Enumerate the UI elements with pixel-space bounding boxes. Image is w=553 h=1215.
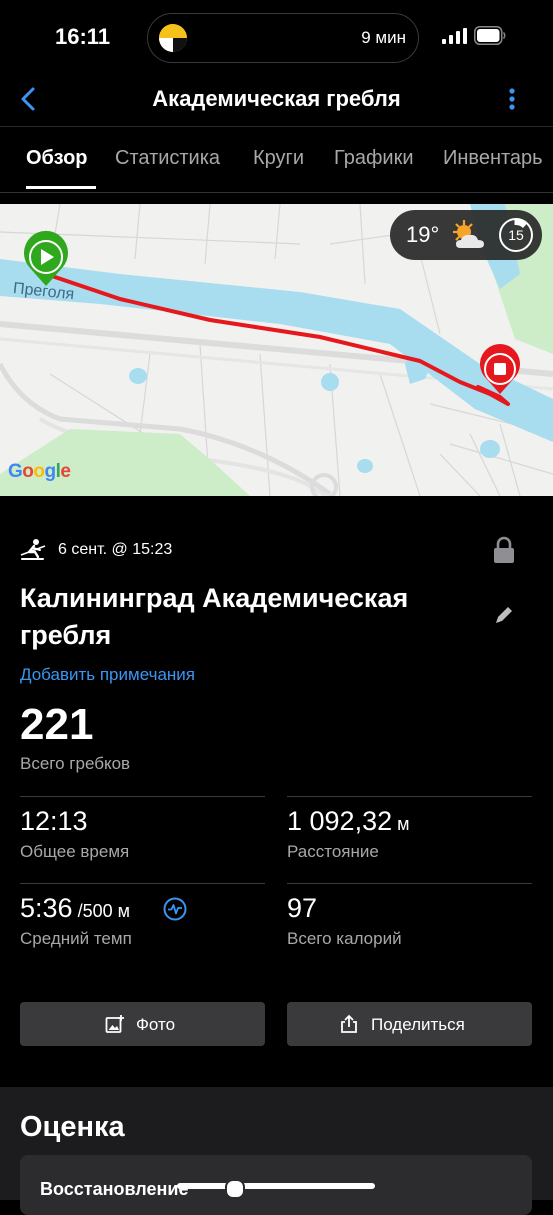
distance-label: Расстояние	[287, 842, 379, 861]
tab-bar: Обзор Статистика Круги Графики Инвентарь	[0, 126, 553, 193]
tab-charts[interactable]: Графики	[334, 147, 414, 170]
more-options-icon[interactable]	[500, 84, 524, 114]
calories-label: Всего калорий	[287, 929, 402, 948]
status-time: 16:11	[55, 24, 111, 49]
dynamic-island[interactable]: 9 мин	[147, 13, 419, 63]
route-map[interactable]: Преголя 19° 15 Google	[0, 204, 553, 496]
photo-button[interactable]: Фото	[20, 1002, 265, 1046]
rowing-icon	[20, 539, 46, 560]
partly-cloudy-icon	[453, 220, 484, 248]
divider	[20, 796, 265, 797]
total-time-value: 12:13	[20, 806, 88, 836]
avg-pace-label: Средний темп	[20, 929, 132, 948]
share-icon	[341, 1014, 357, 1033]
battery-icon	[474, 26, 506, 45]
home-indicator-knob	[225, 1179, 245, 1199]
active-tab-indicator	[26, 186, 96, 189]
tab-equipment[interactable]: Инвентарь	[443, 147, 543, 170]
evaluation-title: Оценка	[20, 1111, 125, 1143]
divider	[287, 883, 532, 884]
wind-speed-dial: 15	[497, 216, 535, 254]
total-strokes-value: 221	[20, 700, 94, 749]
add-notes-link[interactable]: Добавить примечания	[20, 665, 195, 685]
divider	[287, 796, 532, 797]
distance-value: 1 092,32 м	[287, 806, 410, 836]
total-time-label: Общее время	[20, 842, 130, 861]
activity-minutes: 9 мин	[361, 28, 406, 47]
divider	[20, 883, 265, 884]
share-button-label: Поделиться	[371, 1015, 465, 1034]
weather-temperature: 19°	[406, 222, 440, 247]
lock-icon[interactable]	[491, 536, 517, 564]
activity-app-icon	[159, 24, 187, 52]
tab-overview[interactable]: Обзор	[26, 147, 88, 170]
edit-pencil-icon[interactable]	[493, 604, 515, 626]
tab-laps[interactable]: Круги	[253, 147, 304, 170]
recovery-label: Восстановление	[40, 1179, 189, 1199]
status-bar: 16:11 9 мин	[0, 0, 553, 78]
photo-button-label: Фото	[136, 1015, 176, 1034]
activity-date: 6 сент. @ 15:23	[58, 541, 173, 558]
page-title: Академическая гребля	[152, 86, 401, 111]
wind-speed: 15	[508, 227, 524, 243]
weather-badge[interactable]: 19° 15	[390, 210, 542, 260]
avg-pace-value: 5:36 /500 м	[20, 893, 130, 923]
nav-bar: Академическая гребля	[0, 78, 553, 127]
tab-statistics[interactable]: Статистика	[115, 147, 220, 170]
home-indicator[interactable]	[177, 1183, 375, 1189]
share-button[interactable]: Поделиться	[287, 1002, 532, 1046]
activity-name: Калининград Академическая гребля	[20, 583, 409, 650]
heart-rate-icon[interactable]	[163, 897, 187, 921]
add-photo-icon	[105, 1015, 124, 1033]
google-logo: Google	[8, 461, 71, 482]
calories-value: 97	[287, 893, 318, 923]
signal-icon	[442, 28, 467, 44]
total-strokes-label: Всего гребков	[20, 754, 131, 773]
